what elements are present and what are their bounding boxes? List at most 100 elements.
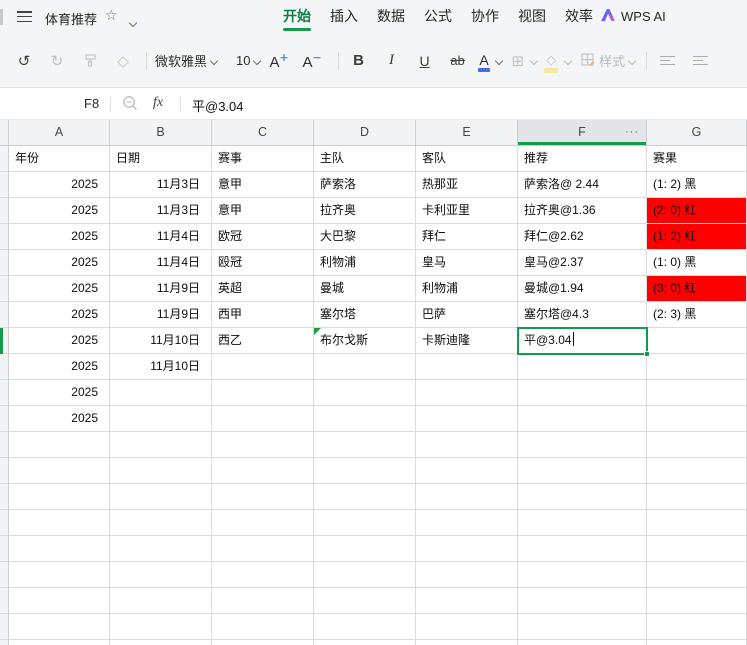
cell-E5[interactable]: 皇马 [416,250,518,276]
cell-C8[interactable]: 西乙 [212,328,314,354]
cell-D13[interactable] [314,458,416,484]
cell-C3[interactable]: 意甲 [212,198,314,224]
tab-公式[interactable]: 公式 [424,0,452,34]
cell-E8[interactable]: 卡斯迪隆 [416,328,518,354]
cell-G8[interactable] [647,328,747,354]
cell-F16[interactable] [518,536,647,562]
row-header[interactable] [0,614,9,640]
undo-button[interactable]: ↺ [12,48,36,74]
cell-F10[interactable] [518,380,647,406]
cell-C20[interactable] [212,640,314,645]
cell-F15[interactable] [518,510,647,536]
borders-button[interactable]: ⊞ [512,48,539,74]
cell-G12[interactable] [647,432,747,458]
cell-B13[interactable] [110,458,212,484]
cell-F9[interactable] [518,354,647,380]
cell-C5[interactable]: 殴冠 [212,250,314,276]
font-size-select[interactable]: 10 [226,48,262,74]
cell-G16[interactable] [647,536,747,562]
cell-F6[interactable]: 曼城@1.94 [518,276,647,302]
cell-F12[interactable] [518,432,647,458]
cell-C19[interactable] [212,614,314,640]
row-header[interactable] [0,640,9,645]
cell-B2[interactable]: 11月3日 [110,172,212,198]
cell-E11[interactable] [416,406,518,432]
row-header[interactable] [0,484,9,510]
tab-开始[interactable]: 开始 [283,0,311,34]
cell-G3[interactable]: (2: 0) 红 [647,198,747,224]
cell-C7[interactable]: 西甲 [212,302,314,328]
cell-A3[interactable]: 2025 [9,198,110,224]
tab-视图[interactable]: 视图 [518,0,546,34]
cell-G7[interactable]: (2: 3) 黑 [647,302,747,328]
increase-font-button[interactable]: A＋ [269,51,288,71]
tab-协作[interactable]: 协作 [471,0,499,34]
cell-F7[interactable]: 塞尔塔@4.3 [518,302,647,328]
align-center-button[interactable] [688,48,712,74]
cell-B4[interactable]: 11月4日 [110,224,212,250]
cell-G2[interactable]: (1: 2) 黑 [647,172,747,198]
cell-A1[interactable]: 年份 [9,146,110,172]
cell-B17[interactable] [110,562,212,588]
cell-G17[interactable] [647,562,747,588]
cell-A4[interactable]: 2025 [9,224,110,250]
cell-C11[interactable] [212,406,314,432]
cell-B20[interactable] [110,640,212,645]
cell-E3[interactable]: 卡利亚里 [416,198,518,224]
cell-A11[interactable]: 2025 [9,406,110,432]
underline-button[interactable]: U [413,48,437,74]
column-header-A[interactable]: A [9,120,110,146]
cell-A10[interactable]: 2025 [9,380,110,406]
cell-C1[interactable]: 赛事 [212,146,314,172]
cell-G20[interactable] [647,640,747,645]
cell-A20[interactable] [9,640,110,645]
formula-input[interactable]: 平@3.04 [192,96,244,115]
cell-A7[interactable]: 2025 [9,302,110,328]
cell-E12[interactable] [416,432,518,458]
cell-F13[interactable] [518,458,647,484]
cell-B15[interactable] [110,510,212,536]
cell-F4[interactable]: 拜仁@2.62 [518,224,647,250]
cell-B11[interactable] [110,406,212,432]
cell-E13[interactable] [416,458,518,484]
cell-D2[interactable]: 萨索洛 [314,172,416,198]
cell-D11[interactable] [314,406,416,432]
cell-E19[interactable] [416,614,518,640]
cell-A14[interactable] [9,484,110,510]
cell-G11[interactable] [647,406,747,432]
cell-E14[interactable] [416,484,518,510]
redo-button[interactable]: ↻ [45,48,69,74]
cell-B7[interactable]: 11月9日 [110,302,212,328]
cell-E6[interactable]: 利物浦 [416,276,518,302]
cell-E15[interactable] [416,510,518,536]
cell-B6[interactable]: 11月9日 [110,276,212,302]
cell-A5[interactable]: 2025 [9,250,110,276]
cell-D5[interactable]: 利物浦 [314,250,416,276]
row-header[interactable] [0,276,9,302]
cell-D8[interactable]: 布尔戈斯 [314,328,416,354]
column-header-G[interactable]: G [647,120,747,146]
row-header[interactable] [0,588,9,614]
column-menu-icon[interactable]: ··· [625,120,639,145]
cell-C16[interactable] [212,536,314,562]
cell-D3[interactable]: 拉齐奥 [314,198,416,224]
cell-F3[interactable]: 拉齐奥@1.36 [518,198,647,224]
cell-A17[interactable] [9,562,110,588]
cell-C9[interactable] [212,354,314,380]
cell-C14[interactable] [212,484,314,510]
row-header[interactable] [0,146,9,172]
cell-F17[interactable] [518,562,647,588]
column-header-E[interactable]: E [416,120,518,146]
cell-A9[interactable]: 2025 [9,354,110,380]
format-painter-icon[interactable] [78,48,102,74]
eraser-icon[interactable]: ◇ [111,48,135,74]
italic-button[interactable]: I [380,48,404,74]
row-header[interactable] [0,510,9,536]
row-header[interactable] [0,406,9,432]
cell-G6[interactable]: (3: 0) 红 [647,276,747,302]
cell-A18[interactable] [9,588,110,614]
cell-G15[interactable] [647,510,747,536]
cell-G1[interactable]: 赛果 [647,146,747,172]
cell-A13[interactable] [9,458,110,484]
cell-B1[interactable]: 日期 [110,146,212,172]
